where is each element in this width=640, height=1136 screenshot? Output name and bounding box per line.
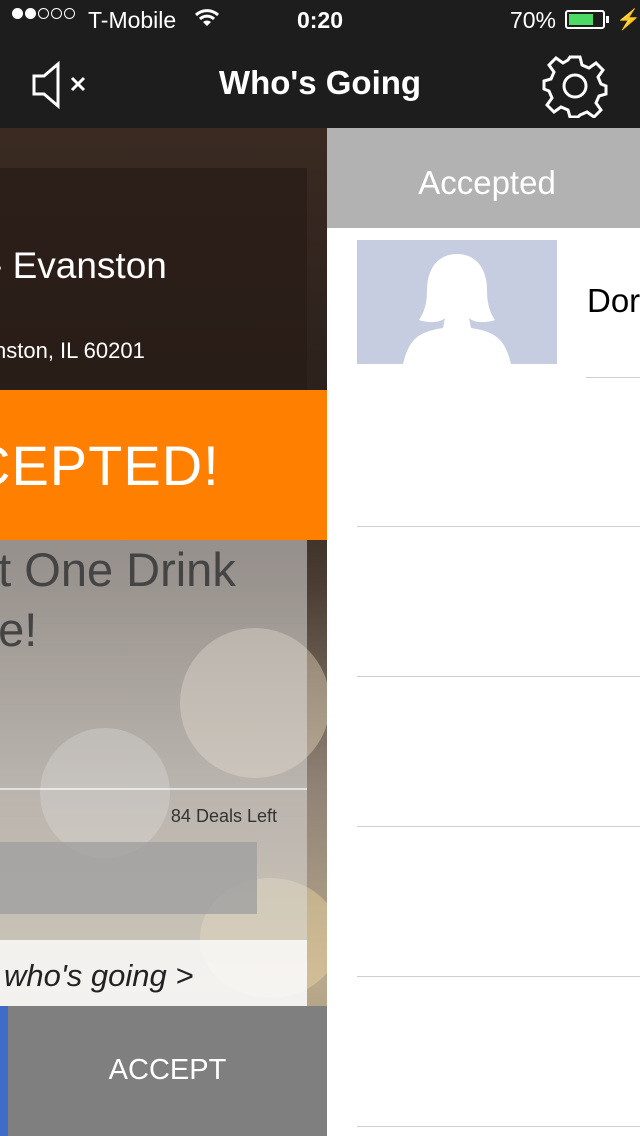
settings-button[interactable]: [540, 54, 610, 119]
accept-button[interactable]: ACCEPT: [0, 1006, 327, 1136]
status-bar: T-Mobile 0:20 70% ⚡: [0, 0, 640, 40]
gear-icon: [542, 55, 608, 119]
attendee-name: Dor: [587, 282, 640, 319]
avatar[interactable]: [357, 240, 557, 364]
list-separator: [357, 976, 640, 977]
whos-going-label: who's going >: [4, 958, 194, 993]
navigation-bar: Who's Going: [0, 40, 640, 128]
accept-button-label: ACCEPT: [108, 1054, 227, 1086]
attendees-panel: Accepted Dor: [327, 128, 640, 1136]
accept-button-stripe: [0, 1006, 8, 1136]
deal-card-panel[interactable]: - Evanston nston, IL 60201 CEPTED! et On…: [0, 128, 327, 1136]
battery-icon: [565, 10, 609, 29]
person-silhouette-icon: [403, 254, 511, 364]
battery-percent: 70%: [509, 7, 556, 33]
list-separator: [357, 826, 640, 827]
accepted-status-text: CEPTED!: [0, 434, 220, 497]
list-separator: [357, 526, 640, 527]
deal-title: et One Drink ee!: [0, 543, 236, 656]
list-separator: [586, 377, 640, 378]
tab-accepted-label: Accepted: [418, 164, 556, 201]
venue-address: nston, IL 60201: [0, 338, 145, 363]
venue-info: - Evanston nston, IL 60201: [0, 168, 307, 390]
deal-progress-bar: [0, 842, 257, 914]
charging-bolt-icon: ⚡: [616, 9, 640, 31]
deals-left-count: 84 Deals Left: [170, 806, 277, 826]
divider: [0, 788, 307, 790]
list-separator: [357, 1126, 640, 1127]
list-separator: [357, 676, 640, 677]
accepted-banner: CEPTED!: [0, 390, 327, 540]
whos-going-link[interactable]: who's going >: [0, 940, 307, 1006]
tab-accepted[interactable]: Accepted: [327, 128, 640, 228]
venue-name: - Evanston: [0, 245, 167, 286]
